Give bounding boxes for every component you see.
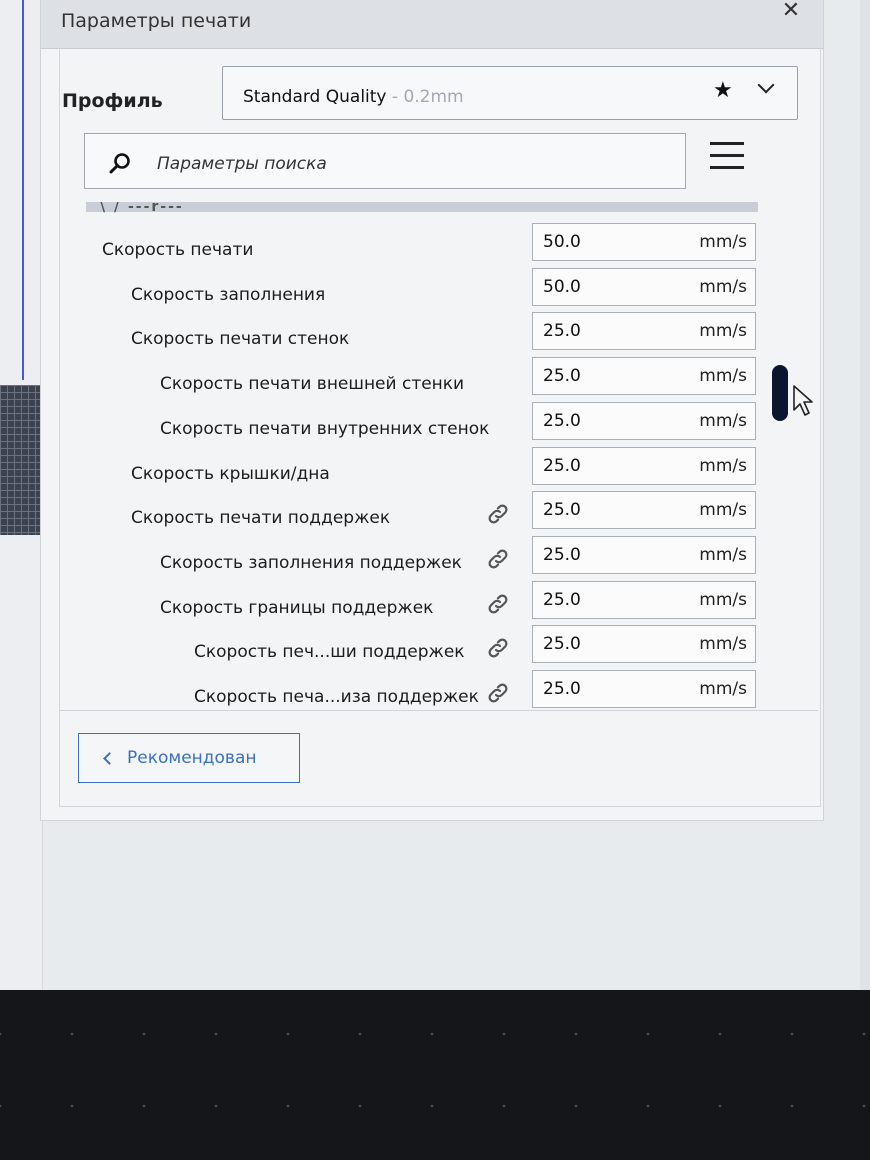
mouse-cursor-icon (793, 385, 813, 416)
link-icon[interactable] (486, 547, 510, 571)
setting-row: Скорость печати стенок 25.0 mm/s (86, 310, 758, 355)
setting-value-field[interactable]: 50.0 mm/s (532, 223, 756, 261)
link-icon[interactable] (486, 592, 510, 616)
link-icon[interactable] (486, 502, 510, 526)
setting-row: Скорость печа...иза поддержек 25.0 mm/s (86, 668, 758, 713)
setting-label: Скорость печ...ши поддержек (194, 642, 465, 663)
setting-unit: mm/s (699, 679, 747, 699)
close-icon[interactable]: ✕ (776, 0, 806, 26)
setting-label: Скорость крышки/дна (131, 463, 330, 484)
setting-value: 25.0 (543, 589, 581, 610)
setting-row: Скорость печати внешней стенки 25.0 mm/s (86, 355, 758, 400)
setting-label: Скорость печати стенок (131, 329, 350, 350)
category-header-bar (86, 202, 758, 212)
profile-label: Профиль (62, 90, 163, 112)
divider (60, 710, 818, 711)
setting-value: 25.0 (543, 321, 581, 342)
scrollbar-thumb[interactable] (772, 365, 788, 421)
setting-value-field[interactable]: 25.0 mm/s (532, 625, 756, 664)
setting-unit: mm/s (699, 366, 747, 387)
setting-value-field[interactable]: 25.0 mm/s (532, 580, 756, 619)
search-icon (109, 153, 130, 174)
chevron-down-icon[interactable] (757, 76, 775, 94)
profile-name-text: Standard Quality (243, 87, 387, 107)
setting-row: Скорость печ...ши поддержек 25.0 mm/s (86, 623, 758, 668)
search-placeholder: Параметры поиска (157, 154, 327, 174)
link-icon[interactable] (486, 681, 510, 705)
viewport-background-right (860, 0, 870, 990)
setting-row: Скорость заполнения поддержек 25.0 mm/s (86, 534, 758, 579)
star-icon[interactable]: ★ (713, 78, 733, 103)
setting-value-field[interactable]: 25.0 mm/s (532, 401, 756, 440)
profile-detail: - 0.2mm (391, 87, 464, 107)
panel-title: Параметры печати (61, 10, 252, 32)
setting-label: Скорость печати (102, 240, 254, 260)
category-header-label: \ / ---r--- (100, 202, 184, 215)
setting-unit: mm/s (699, 276, 747, 297)
setting-label: Скорость печати поддержек (131, 508, 391, 529)
setting-value: 25.0 (543, 366, 581, 387)
menu-icon[interactable] (710, 142, 744, 172)
link-icon[interactable] (486, 636, 510, 660)
recommended-button[interactable]: Рекомендован (78, 733, 300, 783)
chevron-left-icon (103, 752, 116, 765)
setting-value: 50.0 (543, 276, 581, 297)
setting-unit: mm/s (699, 455, 747, 476)
profile-selector[interactable]: Standard Quality - 0.2mm ★ (222, 66, 798, 120)
setting-value-field[interactable]: 25.0 mm/s (532, 357, 756, 396)
monitor-bezel (0, 990, 870, 1160)
setting-unit: mm/s (699, 589, 747, 610)
setting-row: Скорость печати внутренних стенок 25.0 mm/… (86, 400, 758, 445)
setting-value: 25.0 (543, 500, 581, 521)
setting-value-field[interactable]: 25.0 mm/s (532, 670, 756, 708)
setting-value: 25.0 (543, 679, 581, 699)
setting-value: 25.0 (543, 410, 581, 431)
setting-label: Скорость границы поддержек (160, 597, 434, 618)
setting-label: Скорость печати внешней стенки (160, 374, 465, 395)
setting-unit: mm/s (699, 500, 747, 521)
setting-unit: mm/s (699, 232, 747, 252)
profile-name: Standard Quality - 0.2mm (243, 87, 464, 107)
setting-row: Скорость заполнения 50.0 mm/s (86, 266, 758, 311)
panel-titlebar: Параметры печати (41, 0, 823, 49)
setting-label: Скорость печати внутренних стенок (160, 418, 490, 439)
setting-value: 25.0 (543, 544, 581, 565)
setting-unit: mm/s (699, 544, 747, 565)
viewport-edge-line (22, 0, 24, 380)
setting-value-field[interactable]: 25.0 mm/s (532, 491, 756, 530)
setting-value-field[interactable]: 25.0 mm/s (532, 446, 756, 485)
setting-unit: mm/s (699, 634, 747, 655)
setting-row: Скорость печати поддержек 25.0 mm/s (86, 489, 758, 534)
setting-label: Скорость печа...иза поддержек (194, 687, 479, 707)
setting-value: 25.0 (543, 634, 581, 655)
setting-row: Скорость печати 50.0 mm/s (86, 221, 758, 266)
setting-value-field[interactable]: 25.0 mm/s (532, 312, 756, 351)
search-input[interactable]: Параметры поиска (84, 133, 686, 189)
setting-unit: mm/s (699, 410, 747, 431)
setting-value: 50.0 (543, 232, 581, 252)
setting-row: Скорость крышки/дна 25.0 mm/s (86, 445, 758, 490)
setting-value: 25.0 (543, 455, 581, 476)
setting-row: Скорость границы поддержек 25.0 mm/s (86, 579, 758, 624)
setting-label: Скорость заполнения поддержек (160, 552, 462, 573)
category-header[interactable]: \ / ---r--- (86, 202, 758, 222)
setting-unit: mm/s (699, 321, 747, 342)
setting-value-field[interactable]: 25.0 mm/s (532, 535, 756, 574)
setting-label: Скорость заполнения (131, 284, 326, 305)
setting-value-field[interactable]: 50.0 mm/s (532, 267, 756, 306)
recommended-button-label: Рекомендован (127, 748, 257, 768)
